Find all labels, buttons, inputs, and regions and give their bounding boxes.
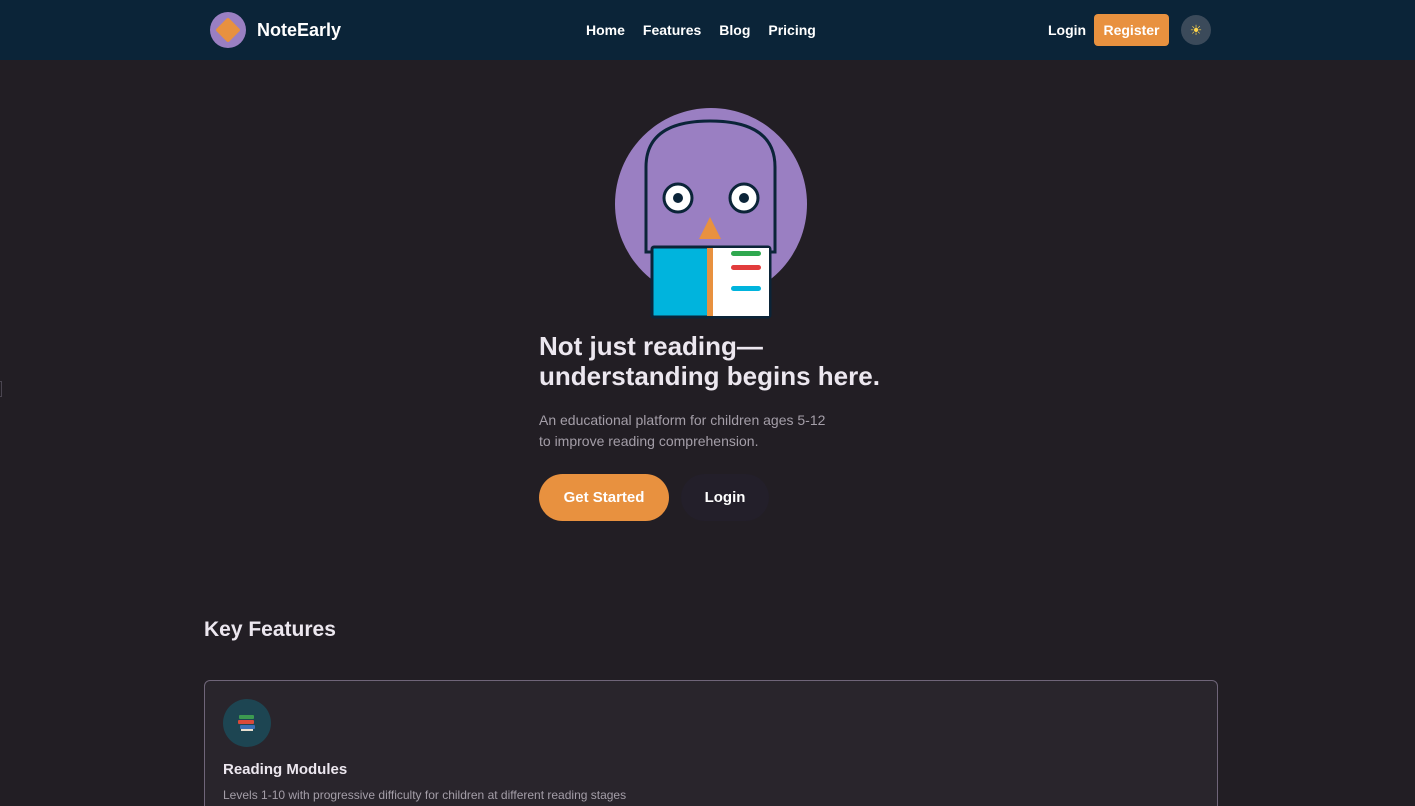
main-nav: Home Features Blog Pricing <box>586 22 816 38</box>
feature-card-description: Levels 1-10 with progressive difficulty … <box>223 788 627 802</box>
hero-subtitle-line2: to improve reading comprehension. <box>539 433 759 449</box>
hero-title-line2: understanding begins here. <box>539 361 880 391</box>
logo-icon <box>210 12 246 48</box>
owl-mascot-illustration <box>615 108 807 319</box>
theme-toggle-button[interactable]: ☀ <box>1181 15 1211 45</box>
books-icon <box>223 699 271 747</box>
hero-login-button[interactable]: Login <box>681 474 769 521</box>
hero-subtitle: An educational platform for children age… <box>539 410 859 452</box>
key-features-heading: Key Features <box>204 618 336 641</box>
top-navbar: NoteEarly Home Features Blog Pricing Log… <box>0 0 1415 60</box>
feature-card-title: Reading Modules <box>223 761 348 778</box>
nav-link-home[interactable]: Home <box>586 22 625 38</box>
hero-title: Not just reading— understanding begins h… <box>539 331 899 391</box>
feature-card-reading-modules: Reading Modules Levels 1-10 with progres… <box>204 680 1218 806</box>
nav-link-features[interactable]: Features <box>643 22 701 38</box>
sun-icon: ☀ <box>1189 21 1203 38</box>
nav-link-pricing[interactable]: Pricing <box>768 22 815 38</box>
brand-name: NoteEarly <box>257 19 342 40</box>
brand-logo-link[interactable]: NoteEarly <box>210 12 341 48</box>
get-started-button[interactable]: Get Started <box>539 474 669 521</box>
hero-subtitle-line1: An educational platform for children age… <box>539 412 826 428</box>
hero-title-line1: Not just reading— <box>539 331 763 361</box>
nav-link-blog[interactable]: Blog <box>719 22 750 38</box>
side-drawer-handle[interactable] <box>0 381 2 397</box>
register-button[interactable]: Register <box>1094 14 1169 46</box>
header-login-link[interactable]: Login <box>1048 22 1086 38</box>
